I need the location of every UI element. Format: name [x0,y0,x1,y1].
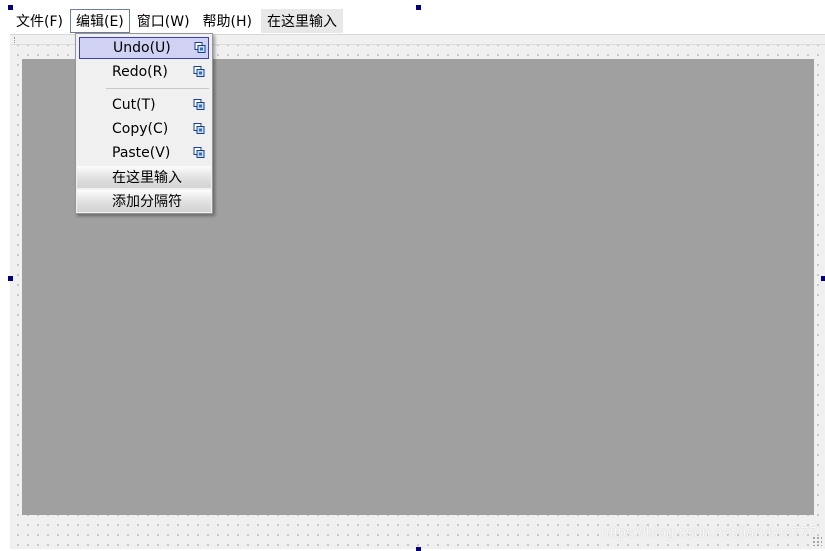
action-icon [194,42,206,53]
action-icon [193,123,205,134]
menu-item-label: Undo(U) [113,40,171,56]
menu-item-label: 添加分隔符 [112,194,182,210]
menu-file[interactable]: 文件(F) [10,9,69,33]
menu-help[interactable]: 帮助(H) [197,9,258,33]
edit-menu-dropdown: Undo(U) Redo(R) Cut(T) Copy(C) Paste(V) … [75,33,213,214]
selection-handle-bottom-center[interactable] [416,547,421,551]
menu-separator [106,88,209,89]
action-icon [193,66,205,77]
menu-item-paste[interactable]: Paste(V) [79,142,209,164]
selection-handle-top-center[interactable] [416,5,421,10]
menu-bar: 文件(F) 编辑(E) 窗口(W) 帮助(H) 在这里输入 [10,8,344,34]
menu-item-cut[interactable]: Cut(T) [79,94,209,116]
action-icon [193,147,205,158]
menu-item-type-here[interactable]: 在这里输入 [77,166,211,188]
menu-item-label: Paste(V) [112,145,171,161]
toolbar-grip-handle[interactable] [14,37,16,43]
menu-type-here[interactable]: 在这里输入 [261,9,343,33]
selection-handle-top-left[interactable] [8,5,13,10]
menu-edit[interactable]: 编辑(E) [69,9,130,33]
menu-item-label: Cut(T) [112,97,156,113]
menu-window[interactable]: 窗口(W) [131,9,196,33]
menu-item-label: Redo(R) [112,64,168,80]
menu-item-label: Copy(C) [112,121,169,137]
designer-canvas: 文件(F) 编辑(E) 窗口(W) 帮助(H) 在这里输入 Undo(U) Re… [0,0,825,551]
menu-item-add-separator[interactable]: 添加分隔符 [77,190,211,212]
menu-item-undo[interactable]: Undo(U) [79,37,209,59]
menu-item-label: 在这里输入 [112,170,182,186]
selection-handle-middle-right[interactable] [821,276,825,281]
menu-item-copy[interactable]: Copy(C) [79,118,209,140]
menu-item-redo[interactable]: Redo(R) [79,61,209,83]
action-icon [193,99,205,110]
watermark-text: https://blog.csdn.net/jiaruitao777 [601,524,817,541]
selection-handle-middle-left[interactable] [8,276,13,281]
